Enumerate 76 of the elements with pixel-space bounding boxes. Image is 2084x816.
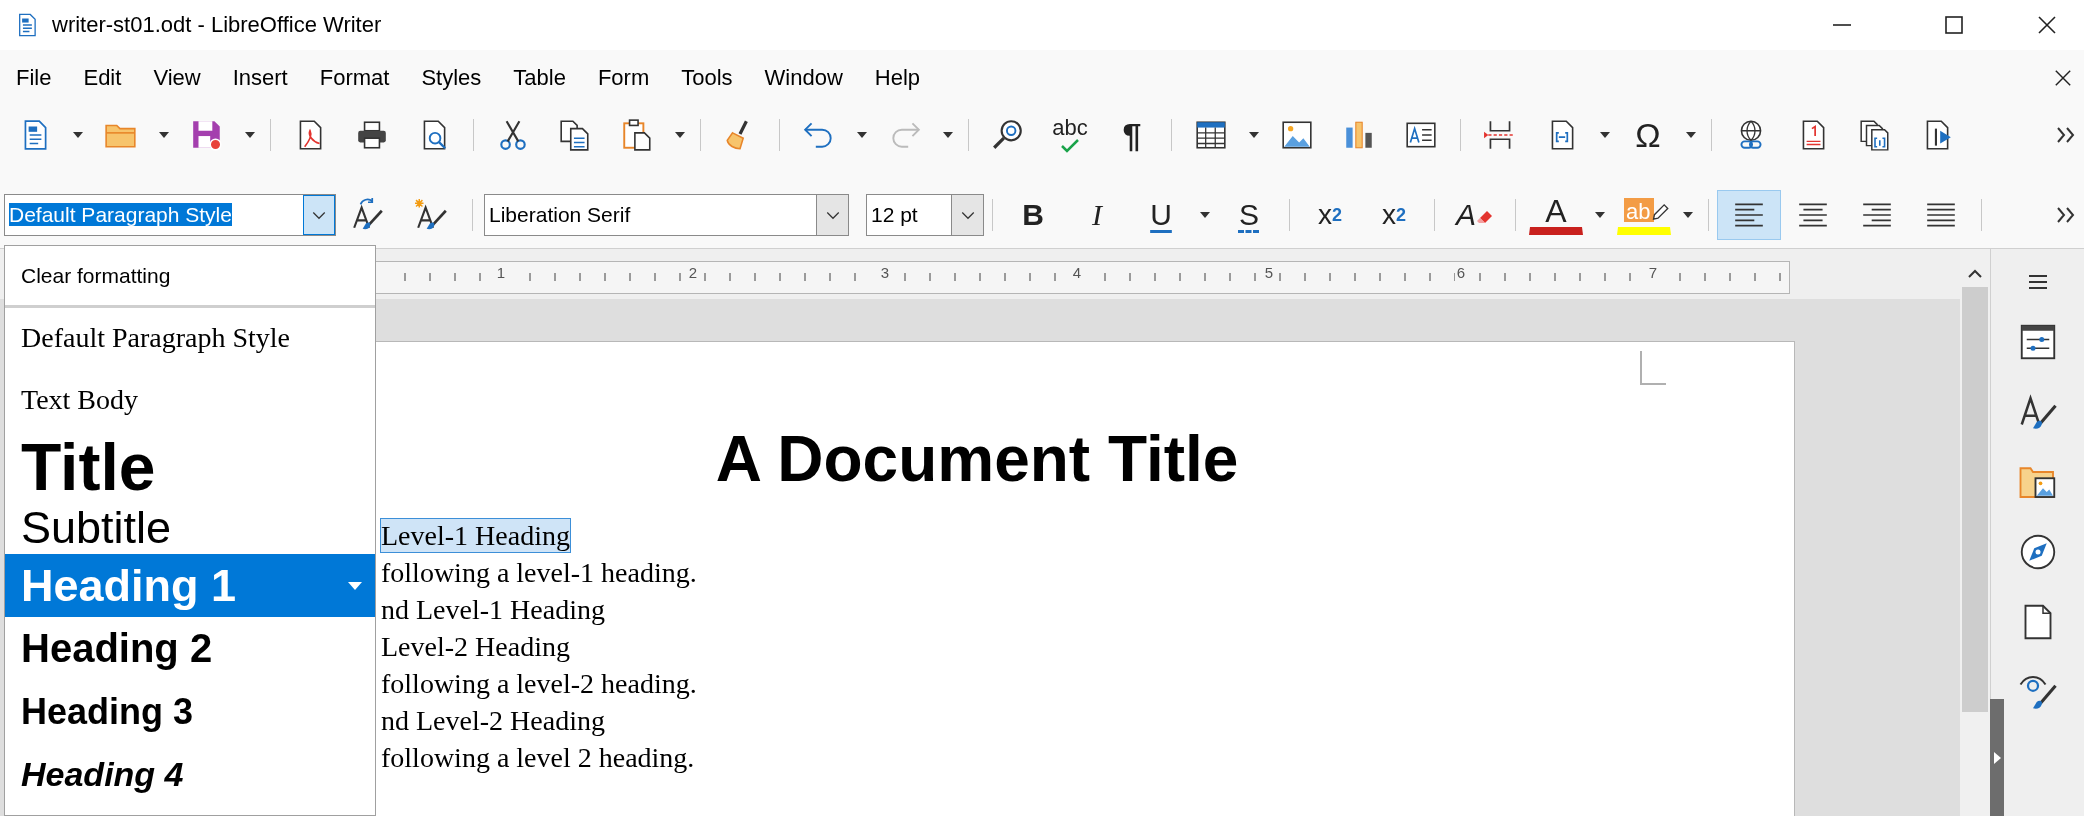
clear-formatting-button[interactable]: A bbox=[1443, 190, 1507, 240]
caret-icon bbox=[1685, 131, 1697, 139]
selected-text: Level-1 Heading bbox=[380, 518, 571, 553]
body-text-line: nd Level-1 Heading bbox=[380, 593, 606, 627]
style-item[interactable]: Subtitle bbox=[5, 502, 375, 554]
search-icon bbox=[991, 118, 1025, 152]
document-title: A Document Title bbox=[715, 422, 1239, 496]
style-item[interactable]: Heading 3 bbox=[5, 680, 375, 743]
close-icon bbox=[2054, 69, 2072, 87]
caret-icon bbox=[1682, 211, 1694, 219]
clear-formatting-item[interactable]: Clear formatting bbox=[5, 246, 375, 308]
maximize-icon bbox=[1944, 15, 1964, 35]
caret-icon bbox=[158, 131, 170, 139]
font-size-field[interactable]: 12 pt bbox=[866, 194, 984, 236]
superscript-button[interactable]: x$^{2}$ bbox=[1298, 190, 1362, 240]
body-text-line: following a level-2 heading. bbox=[380, 667, 698, 701]
scrollbar-thumb[interactable] bbox=[1962, 287, 1988, 712]
style-item[interactable]: Default Paragraph Style bbox=[5, 308, 375, 368]
formatting-marks-button[interactable]: ¶ bbox=[1101, 110, 1163, 160]
margin-corner-mark bbox=[1640, 351, 1666, 385]
menu-item[interactable]: Window bbox=[748, 65, 859, 91]
body-text-line: nd Level-2 Heading bbox=[380, 704, 606, 738]
minimize-icon bbox=[1832, 24, 1852, 26]
caret-icon bbox=[856, 131, 868, 139]
menu-item[interactable]: Insert bbox=[216, 65, 304, 91]
window-title: writer-st01.odt - LibreOffice Writer bbox=[52, 12, 382, 38]
sidebar-toggle[interactable] bbox=[1990, 699, 2004, 816]
underline-button[interactable]: U bbox=[1129, 190, 1193, 240]
menu-item[interactable]: Table bbox=[497, 65, 582, 91]
style-brush-icon bbox=[415, 198, 449, 232]
font-color-button[interactable]: A bbox=[1529, 195, 1583, 235]
italic-button[interactable]: I bbox=[1065, 190, 1129, 240]
caret-icon bbox=[72, 131, 84, 139]
check-icon bbox=[1060, 137, 1080, 153]
style-item[interactable]: Heading 1 bbox=[5, 554, 375, 617]
special-character-button[interactable]: Ω bbox=[1617, 110, 1679, 160]
caret-icon bbox=[244, 131, 256, 139]
copy-icon bbox=[558, 118, 592, 152]
image-icon bbox=[1280, 118, 1314, 152]
caret-icon bbox=[347, 580, 363, 591]
menu-item[interactable]: File bbox=[0, 65, 68, 91]
table-icon bbox=[1194, 118, 1228, 152]
menu-item[interactable]: Tools bbox=[665, 65, 749, 91]
bold-button[interactable]: B bbox=[1001, 190, 1065, 240]
caret-icon bbox=[1594, 211, 1606, 219]
clipboard-icon bbox=[620, 118, 654, 152]
menu-item[interactable]: Form bbox=[581, 65, 666, 91]
menu-item[interactable]: Help bbox=[858, 65, 937, 91]
caret-icon bbox=[1199, 211, 1211, 219]
printer-icon bbox=[355, 118, 389, 152]
style-item[interactable]: Heading 2 bbox=[5, 617, 375, 680]
caret-icon bbox=[1248, 131, 1260, 139]
caret-icon bbox=[1599, 131, 1611, 139]
triangle-icon bbox=[1992, 750, 2002, 765]
spelling-button[interactable]: abc bbox=[1039, 110, 1101, 160]
style-item[interactable]: Title bbox=[5, 432, 375, 502]
body-text-line: following a level 2 heading. bbox=[380, 741, 696, 775]
menu-item[interactable]: Edit bbox=[67, 65, 138, 91]
pencil-icon bbox=[1650, 201, 1670, 222]
strikethrough-button[interactable]: S bbox=[1217, 190, 1281, 240]
body-text-line: Level-2 Heading bbox=[380, 630, 571, 664]
menu-item[interactable]: View bbox=[137, 65, 217, 91]
style-brush-icon bbox=[351, 198, 385, 232]
close-icon bbox=[2037, 15, 2057, 35]
style-item[interactable]: Heading 4 bbox=[5, 743, 375, 805]
body-text-line: following a level-1 heading. bbox=[380, 556, 698, 590]
caret-icon bbox=[674, 131, 686, 139]
dropdown-button[interactable] bbox=[303, 195, 335, 235]
menu-item[interactable]: Format bbox=[303, 65, 406, 91]
floppy-disk-icon bbox=[190, 118, 224, 152]
style-item[interactable]: Text Body bbox=[5, 368, 375, 432]
caret-icon bbox=[942, 131, 954, 139]
menu-item[interactable]: Styles bbox=[405, 65, 498, 91]
paragraph-style-field[interactable]: Default Paragraph Style bbox=[4, 194, 336, 236]
font-name-field[interactable]: Liberation Serif bbox=[484, 194, 849, 236]
alignment-button[interactable] bbox=[1717, 190, 1781, 240]
